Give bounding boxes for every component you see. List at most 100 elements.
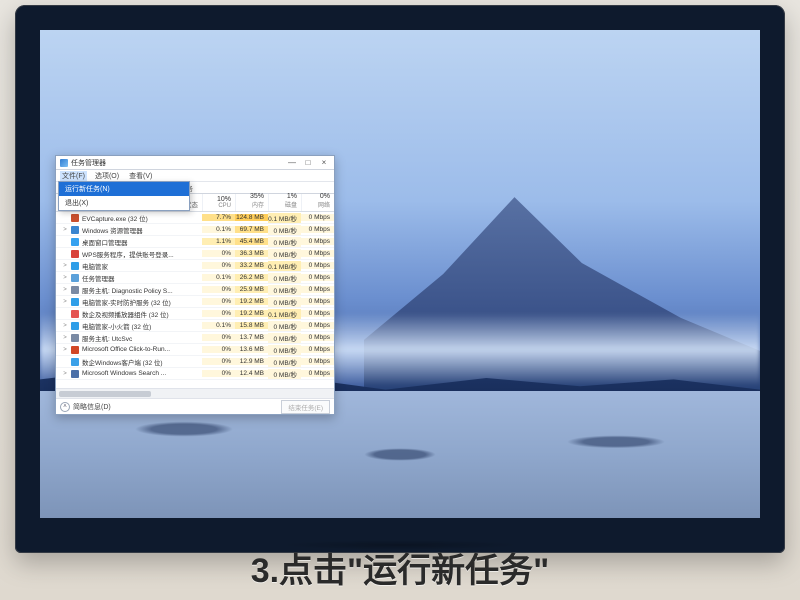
disk-cell: 0.1 MB/秒 [268,213,301,223]
mem-cell: 15.8 MB [235,322,268,329]
instruction-caption: 3.点击"运行新任务" [0,543,800,592]
menu-options[interactable]: 选项(O) [93,171,121,181]
process-row[interactable]: >服务主机: UtcSvc0%13.7 MB0 MB/秒0 Mbps [56,332,334,344]
col-net-lbl: 网络 [318,200,330,209]
mem-cell: 13.7 MB [235,334,268,341]
process-list[interactable]: EVCapture.exe (32 位)7.7%124.8 MB0.1 MB/秒… [56,212,334,388]
process-name: 电脑管家 [82,261,108,271]
expand-icon[interactable]: > [62,335,68,341]
close-button[interactable]: × [316,157,332,169]
cpu-cell: 0% [202,334,235,341]
expand-icon[interactable]: > [62,299,68,305]
net-cell: 0 Mbps [301,310,334,317]
col-disk-pct: 1% [287,193,297,200]
process-name-cell: 数企及视频播放器组件 (32 位) [56,309,202,319]
process-name-cell: >Windows 资源管理器 [56,225,202,235]
mem-cell: 19.2 MB [235,298,268,305]
col-net[interactable]: 0% 网络 [301,194,334,211]
net-cell: 0 Mbps [301,214,334,221]
titlebar[interactable]: 任务管理器 — □ × [56,156,334,170]
col-disk[interactable]: 1% 磁盘 [268,194,301,211]
file-menu-dropdown[interactable]: 运行新任务(N) 退出(X) [58,181,190,211]
chevron-up-icon: ˄ [60,402,70,412]
cpu-cell: 0% [202,286,235,293]
menu-exit[interactable]: 退出(X) [59,196,189,210]
net-cell: 0 Mbps [301,286,334,293]
net-cell: 0 Mbps [301,334,334,341]
menu-file[interactable]: 文件(F) [60,171,87,181]
process-row[interactable]: >电脑管家-小火箭 (32 位)0.1%15.8 MB0 MB/秒0 Mbps [56,320,334,332]
net-cell: 0 Mbps [301,358,334,365]
mem-cell: 26.2 MB [235,274,268,281]
disk-cell: 0 MB/秒 [268,285,301,295]
disk-cell: 0 MB/秒 [268,357,301,367]
disk-cell: 0 MB/秒 [268,249,301,259]
process-name-cell: >电脑管家-小火箭 (32 位) [56,321,202,331]
disk-cell: 0 MB/秒 [268,321,301,331]
process-name: 数企及视频播放器组件 (32 位) [82,309,169,319]
cpu-cell: 0% [202,298,235,305]
col-cpu-pct: 10% [217,196,231,203]
expand-icon[interactable]: > [62,275,68,281]
expand-icon[interactable]: > [62,323,68,329]
fewer-details-toggle[interactable]: ˄ 简略信息(D) [60,402,111,412]
expand-icon[interactable]: > [62,287,68,293]
expand-icon[interactable]: > [62,371,68,377]
process-name: 服务主机: UtcSvc [82,333,132,343]
process-name-cell: >任务管理器 [56,273,202,283]
menu-view[interactable]: 查看(V) [127,171,154,181]
minimize-button[interactable]: — [284,157,300,169]
net-cell: 0 Mbps [301,262,334,269]
col-net-pct: 0% [320,193,330,200]
process-icon [71,250,79,258]
col-mem[interactable]: 35% 内存 [235,194,268,211]
process-row[interactable]: >Microsoft Office Click-to-Run...0%13.6 … [56,344,334,356]
mem-cell: 13.6 MB [235,346,268,353]
process-icon [71,334,79,342]
mem-cell: 69.7 MB [235,226,268,233]
stage: 任务管理器 — □ × 文件(F) 选项(O) 查看(V) 启动 用户 详细信息… [0,0,800,600]
process-row[interactable]: EVCapture.exe (32 位)7.7%124.8 MB0.1 MB/秒… [56,212,334,224]
process-icon [71,346,79,354]
process-name: 桌面窗口管理器 [82,237,128,247]
process-name-cell: > 电脑管家-实时防护服务 (32 位) [56,297,202,307]
maximize-button[interactable]: □ [300,157,316,169]
net-cell: 0 Mbps [301,322,334,329]
process-icon [71,214,79,222]
disk-cell: 0.1 MB/秒 [268,309,301,319]
scrollbar-thumb[interactable] [59,391,151,397]
end-task-button[interactable]: 结束任务(E) [281,400,330,414]
process-row[interactable]: WPS服务程序，提供账号登录...0%36.3 MB0 MB/秒0 Mbps [56,248,334,260]
cpu-cell: 0.1% [202,274,235,281]
process-row[interactable]: >任务管理器0.1%26.2 MB0 MB/秒0 Mbps [56,272,334,284]
process-name-cell: 桌面窗口管理器 [56,237,202,247]
expand-icon[interactable]: > [62,263,68,269]
mem-cell: 12.4 MB [235,370,268,377]
col-mem-lbl: 内存 [252,200,264,209]
process-name-cell: 数企Windows客户端 (32 位) [56,357,202,367]
process-icon [71,238,79,246]
process-row[interactable]: >电脑管家0%33.2 MB0.1 MB/秒0 Mbps [56,260,334,272]
expand-icon[interactable]: > [62,227,68,233]
cpu-cell: 7.7% [202,214,235,221]
process-name-cell: EVCapture.exe (32 位) [56,213,202,223]
process-row[interactable]: >服务主机: Diagnostic Policy S...0%25.9 MB0 … [56,284,334,296]
process-icon [71,358,79,366]
col-cpu[interactable]: 10% CPU [202,194,235,211]
process-row[interactable]: >Windows 资源管理器0.1%69.7 MB0 MB/秒0 Mbps [56,224,334,236]
fewer-details-label: 简略信息(D) [73,402,111,412]
process-row[interactable]: 桌面窗口管理器1.1%45.4 MB0 MB/秒0 Mbps [56,236,334,248]
horizontal-scrollbar[interactable] [56,388,334,398]
cpu-cell: 0% [202,370,235,377]
net-cell: 0 Mbps [301,226,334,233]
menu-run-new-task[interactable]: 运行新任务(N) [59,182,189,196]
cpu-cell: 1.1% [202,238,235,245]
process-name: 电脑管家-实时防护服务 (32 位) [82,297,171,307]
net-cell: 0 Mbps [301,274,334,281]
expand-icon[interactable]: > [62,347,68,353]
process-row[interactable]: >电脑管家-实时防护服务 (32 位)0%19.2 MB0 MB/秒0 Mbps [56,296,334,308]
process-row[interactable]: 数企Windows客户端 (32 位)0%12.9 MB0 MB/秒0 Mbps [56,356,334,368]
process-name: Microsoft Windows Search ... [82,370,166,377]
process-row[interactable]: 数企及视频播放器组件 (32 位)0%19.2 MB0.1 MB/秒0 Mbps [56,308,334,320]
process-row[interactable]: >Microsoft Windows Search ...0%12.4 MB0 … [56,368,334,380]
